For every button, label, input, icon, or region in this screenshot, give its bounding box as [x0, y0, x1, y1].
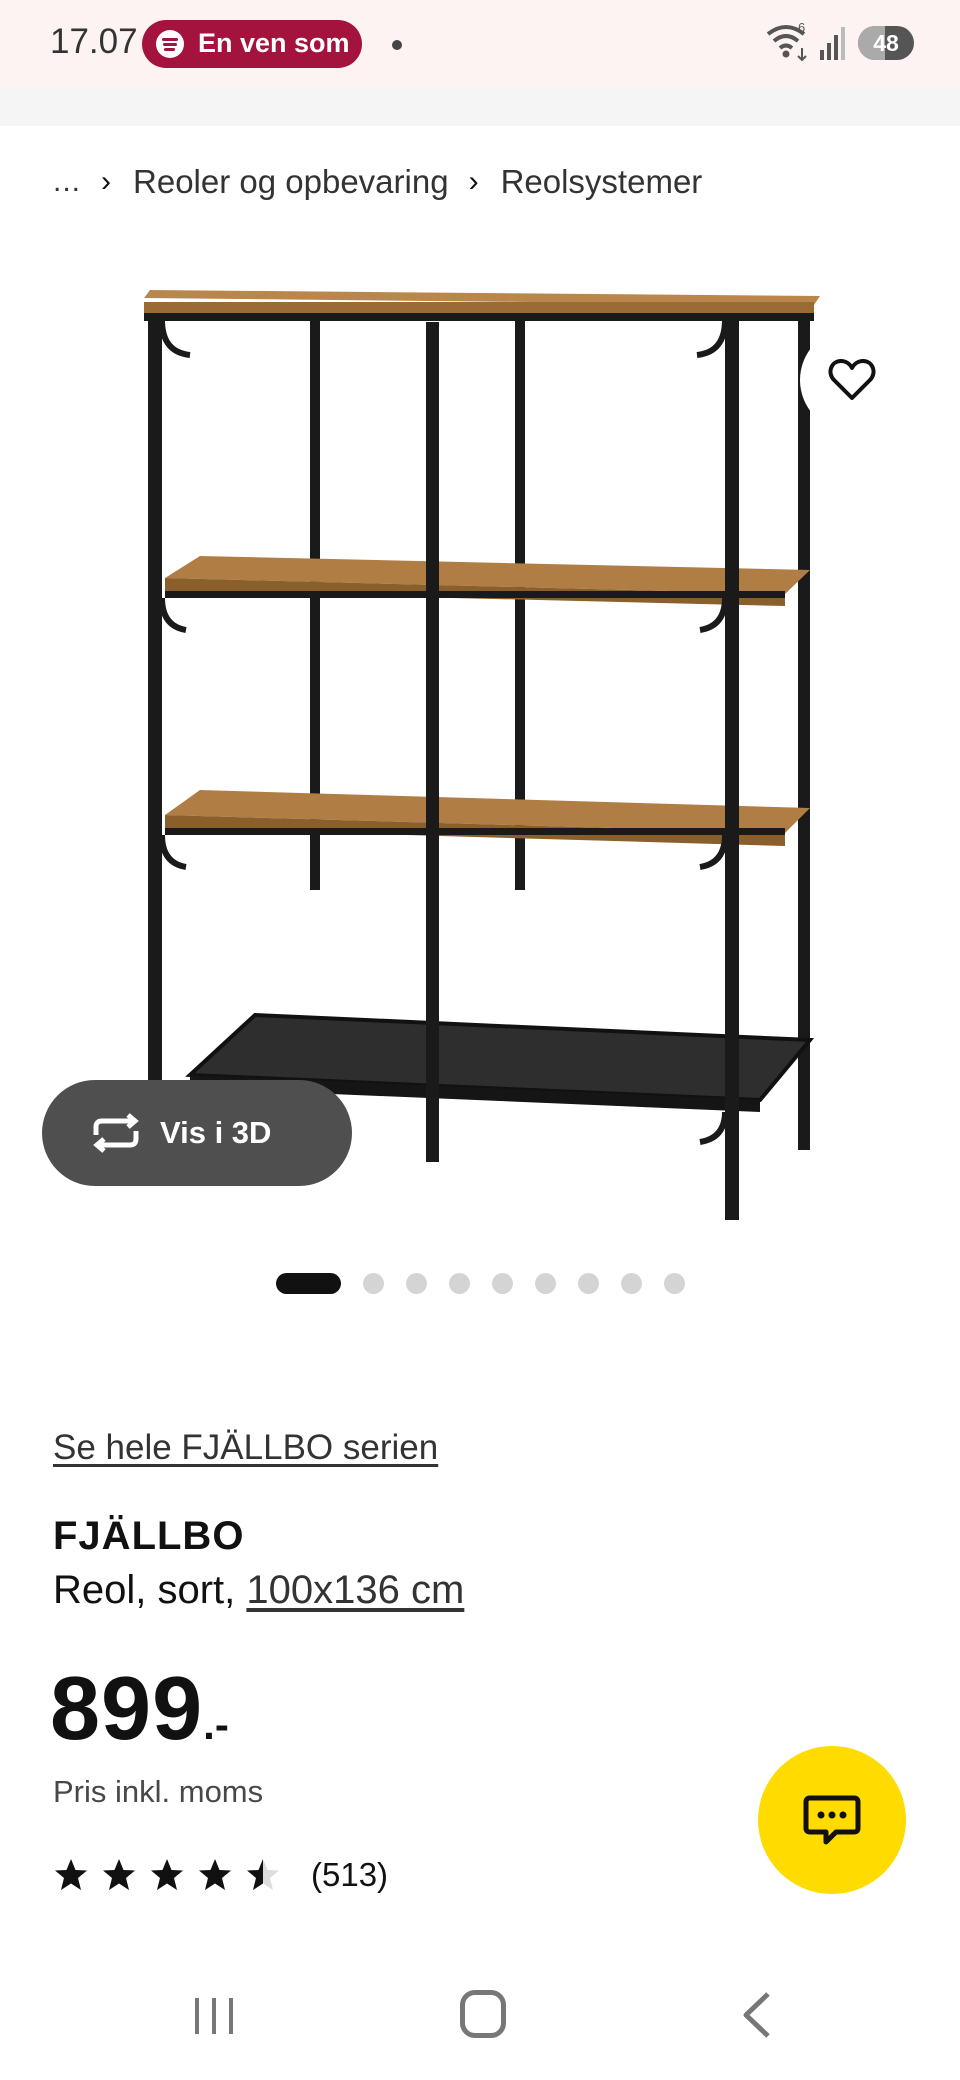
carousel-dot[interactable] — [578, 1272, 599, 1294]
carousel-dot[interactable] — [535, 1272, 556, 1294]
carousel-dot[interactable] — [492, 1272, 513, 1294]
battery-indicator: 48 — [858, 26, 914, 60]
breadcrumb-item-reolsystemer[interactable]: Reolsystemer — [501, 163, 703, 201]
header-band — [0, 88, 960, 126]
series-link[interactable]: Se hele FJÄLLBO serien — [53, 1428, 438, 1468]
network-badge: 6 — [798, 22, 805, 35]
star-icon — [151, 1859, 183, 1890]
product-image[interactable] — [120, 280, 840, 1220]
price-suffix: .- — [203, 1701, 229, 1748]
product-description: Reol, sort, 100x136 cm — [53, 1568, 464, 1613]
carousel-dots — [276, 1272, 707, 1294]
recent-apps-button[interactable] — [192, 1994, 236, 2038]
status-bar: 17.07 En ven som 6 48 — [0, 0, 960, 88]
carousel-dot[interactable] — [406, 1272, 427, 1294]
chat-icon — [803, 1795, 861, 1845]
system-nav-bar — [0, 1950, 960, 2080]
price: 899.- — [50, 1658, 229, 1761]
chat-button[interactable] — [758, 1746, 906, 1894]
view-3d-label: Vis i 3D — [160, 1115, 272, 1150]
dimensions-link[interactable]: 100x136 cm — [246, 1568, 464, 1612]
carousel-dot[interactable] — [664, 1272, 685, 1294]
heart-icon — [828, 359, 876, 400]
star-icon — [103, 1859, 135, 1890]
wifi-icon: 6 — [766, 22, 807, 62]
star-icon — [247, 1859, 279, 1890]
review-count: (513) — [311, 1856, 389, 1893]
star-icon — [199, 1859, 231, 1890]
spotify-now-playing-pill[interactable]: En ven som — [142, 20, 362, 68]
battery-text: 48 — [873, 30, 899, 56]
carousel-dot[interactable] — [449, 1272, 470, 1294]
home-button[interactable] — [460, 1990, 506, 2038]
breadcrumb-item-reoler[interactable]: Reoler og opbevaring — [133, 163, 449, 201]
carousel-dot-active[interactable] — [276, 1272, 341, 1294]
status-time: 17.07 — [50, 22, 138, 61]
chevron-right-icon: › — [468, 165, 479, 198]
chevron-right-icon: › — [101, 165, 112, 198]
product-description-text: Reol, sort, — [53, 1568, 247, 1612]
rating[interactable]: (513) — [53, 1856, 388, 1894]
back-button[interactable] — [736, 1990, 776, 2040]
breadcrumb-ellipsis[interactable]: ... — [53, 165, 81, 199]
carousel-dot[interactable] — [621, 1272, 642, 1294]
view-3d-button[interactable]: Vis i 3D — [42, 1080, 352, 1186]
star-icon — [55, 1859, 87, 1890]
spotify-track-text: En ven som — [198, 28, 350, 58]
notification-dot — [392, 40, 402, 50]
spotify-icon — [156, 30, 184, 58]
signal-icon — [820, 27, 845, 60]
price-integer: 899 — [50, 1659, 204, 1759]
product-name: FJÄLLBO — [53, 1514, 245, 1558]
favorite-button[interactable] — [800, 328, 904, 432]
rotate-3d-icon — [93, 1113, 139, 1153]
breadcrumb: ... › Reoler og opbevaring › Reolsysteme… — [53, 160, 702, 204]
carousel-dot[interactable] — [363, 1272, 384, 1294]
price-note: Pris inkl. moms — [53, 1774, 264, 1809]
